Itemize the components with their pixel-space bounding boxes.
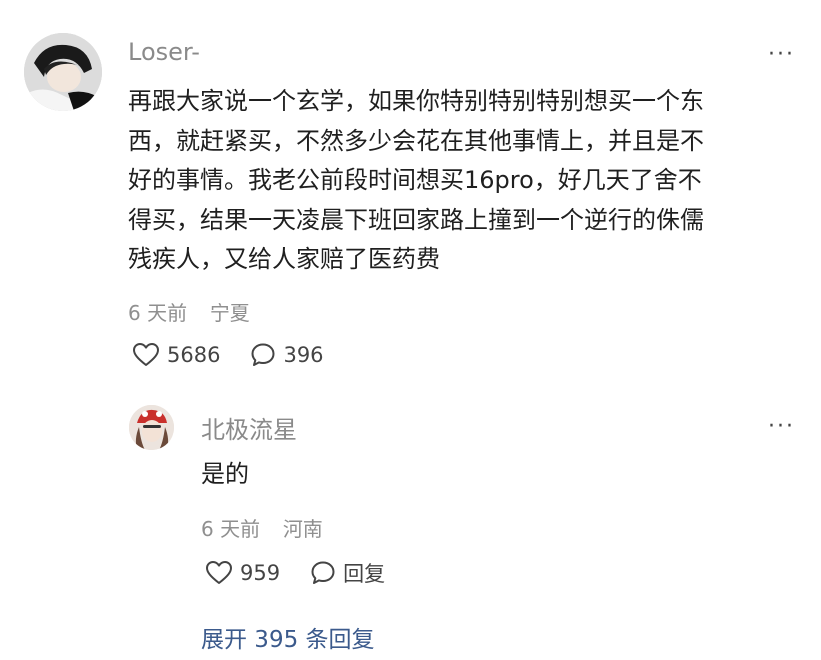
comment-time: 6 天前: [128, 301, 188, 325]
comment-username[interactable]: Loser-: [128, 38, 200, 66]
comment-text-line: 得买，结果一天凌晨下班回家路上撞到一个逆行的侏儒: [128, 205, 704, 234]
reply-username[interactable]: 北极流星: [201, 410, 297, 445]
reply-meta: 6 天前 河南: [201, 513, 323, 542]
reply-text: 是的: [201, 460, 249, 488]
reply-button[interactable]: 回复: [310, 558, 385, 588]
reply-time: 6 天前: [201, 517, 261, 541]
reply-location: 河南: [282, 517, 323, 541]
reply-like-count: 959: [240, 561, 281, 585]
more-dots-icon: ···: [768, 42, 795, 67]
reply-label: 回复: [343, 562, 386, 586]
reply-avatar[interactable]: [129, 405, 174, 450]
reply-avatar-image: [129, 405, 174, 450]
comment-text-line: 残疾人，又给人家赔了医药费: [128, 245, 440, 273]
like-count: 5686: [167, 343, 221, 367]
comment-text-line: 西，就赶紧买，不然多少会花在其他事情上，并且是不: [128, 126, 704, 155]
avatar-image: [24, 33, 102, 111]
reply-more-options-button[interactable]: ···: [768, 416, 795, 438]
like-button[interactable]: 5686: [132, 342, 220, 368]
comment-count: 396: [283, 343, 324, 367]
heart-icon: [206, 561, 232, 584]
speech-bubble-icon: [251, 343, 275, 366]
comment-button[interactable]: 396: [250, 342, 324, 368]
comment-actions: 5686 396: [132, 342, 324, 368]
reply-actions: 959 回复: [205, 558, 385, 588]
speech-bubble-icon: [311, 561, 335, 584]
more-options-button[interactable]: ···: [768, 44, 795, 66]
avatar[interactable]: [24, 33, 102, 111]
comment-location: 宁夏: [209, 301, 250, 325]
heart-icon: [133, 343, 159, 366]
comment-text: 再跟大家说一个玄学，如果你特别特别特别想买一个东 西，就赶紧买，不然多少会花在其…: [128, 82, 808, 280]
comment-text-line: 好的事情。我老公前段时间想买16pro，好几天了舍不: [128, 166, 702, 194]
comment-text-line: 再跟大家说一个玄学，如果你特别特别特别想买一个东: [128, 87, 704, 115]
more-dots-icon: ···: [768, 414, 795, 439]
expand-replies-link[interactable]: 展开 395 条回复: [201, 620, 375, 654]
comment-meta: 6 天前 宁夏: [128, 297, 250, 326]
reply-like-button[interactable]: 959: [205, 558, 280, 588]
